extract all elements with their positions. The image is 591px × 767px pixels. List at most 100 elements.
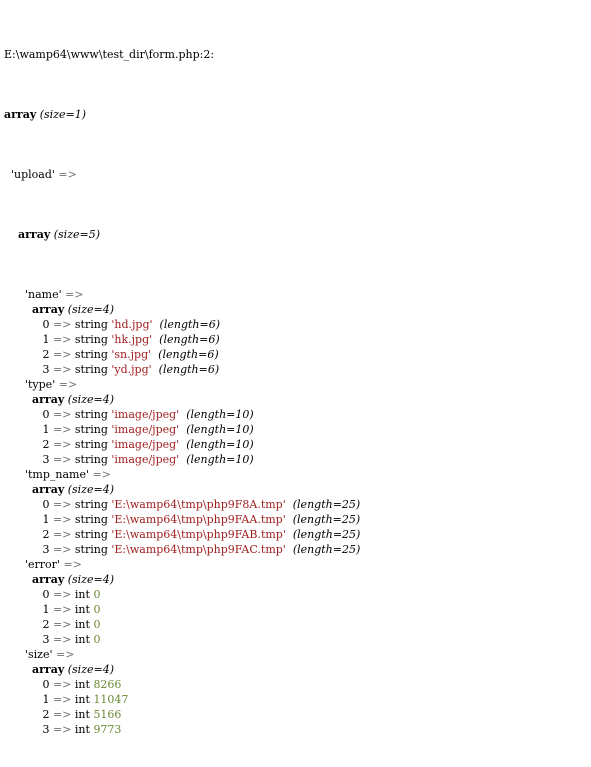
arrow-token: => [52,318,72,331]
value-length-label: (length=10) [186,453,254,466]
value-literal: 5166 [93,708,122,721]
value-length-label: (length=6) [158,348,219,361]
value-type-keyword: int [74,588,90,601]
value-literal: 0 [93,603,101,616]
value-literal: 'yd.jpg' [111,363,152,376]
value-literal: 0 [93,588,101,601]
entry-key-line: 'error' => [4,557,360,572]
item-index: 0 [42,588,50,601]
entry-key-line: 'name' => [4,287,360,302]
array-keyword: array [31,483,65,496]
arrow-token: => [52,588,72,601]
value-type-keyword: string [74,408,108,421]
value-literal: 'E:\wamp64\tmp\php9FAB.tmp' [111,528,286,541]
arrow-token: => [52,348,72,361]
array-keyword: array [31,573,65,586]
root-key-line: 'upload' => [4,167,360,182]
value-line: 3 => string 'image/jpeg' (length=10) [4,452,360,467]
value-length-label: (length=6) [159,318,221,331]
value-type-keyword: string [74,543,108,556]
value-line: 0 => string 'image/jpeg' (length=10) [4,407,360,422]
upload-entries: 'name' => array (size=4) 0 => string 'hd… [4,287,360,737]
source-file-path: E:\wamp64\www\test_dir\form.php:2: [4,48,215,61]
value-line: 2 => string 'image/jpeg' (length=10) [4,437,360,452]
item-index: 2 [42,708,50,721]
array-size-label: (size=5) [53,228,101,241]
arrow-token: => [52,423,72,436]
value-length-label: (length=25) [292,543,361,556]
value-length-label: (length=25) [292,528,361,541]
value-literal: 8266 [93,678,122,691]
array-key: 'upload' [11,168,55,181]
item-index: 3 [42,723,50,736]
arrow-token: => [58,168,77,181]
value-type-keyword: string [74,438,108,451]
entry-key: 'error' [24,558,60,571]
value-type-keyword: string [74,453,108,466]
value-type-keyword: int [74,708,90,721]
value-line: 0 => int 0 [4,587,360,602]
array-keyword: array [31,303,65,316]
arrow-token: => [56,648,75,661]
value-literal: 0 [93,633,101,646]
value-type-keyword: int [74,723,90,736]
arrow-token: => [58,378,78,391]
value-line: 2 => int 0 [4,617,360,632]
value-literal: 'image/jpeg' [111,423,180,436]
value-line: 0 => int 8266 [4,677,360,692]
entry-array-line: array (size=4) [4,482,360,497]
array-size-label: (size=4) [67,393,115,406]
value-type-keyword: string [74,528,108,541]
value-type-keyword: string [74,363,108,376]
value-length-label: (length=25) [292,498,361,511]
arrow-token: => [52,408,72,421]
value-type-keyword: string [74,498,108,511]
value-literal: 9773 [93,723,122,736]
value-line: 0 => string 'E:\wamp64\tmp\php9F8A.tmp' … [4,497,360,512]
arrow-token: => [52,693,72,706]
value-type-keyword: int [74,678,90,691]
arrow-token: => [65,288,84,301]
value-literal: 'image/jpeg' [111,408,180,421]
value-type-keyword: string [74,423,108,436]
value-literal: 'image/jpeg' [111,438,180,451]
value-type-keyword: int [74,618,90,631]
value-line: 3 => string 'yd.jpg' (length=6) [4,362,360,377]
value-type-keyword: int [74,633,90,646]
value-line: 1 => string 'hk.jpg' (length=6) [4,332,360,347]
item-index: 1 [42,693,50,706]
value-line: 3 => string 'E:\wamp64\tmp\php9FAC.tmp' … [4,542,360,557]
array-size-label: (size=4) [67,483,115,496]
value-length-label: (length=10) [186,438,254,451]
entry-array-line: array (size=4) [4,662,360,677]
arrow-token: => [92,468,111,481]
value-line: 1 => int 11047 [4,692,360,707]
entry-array-line: array (size=4) [4,392,360,407]
value-length-label: (length=10) [186,408,254,421]
